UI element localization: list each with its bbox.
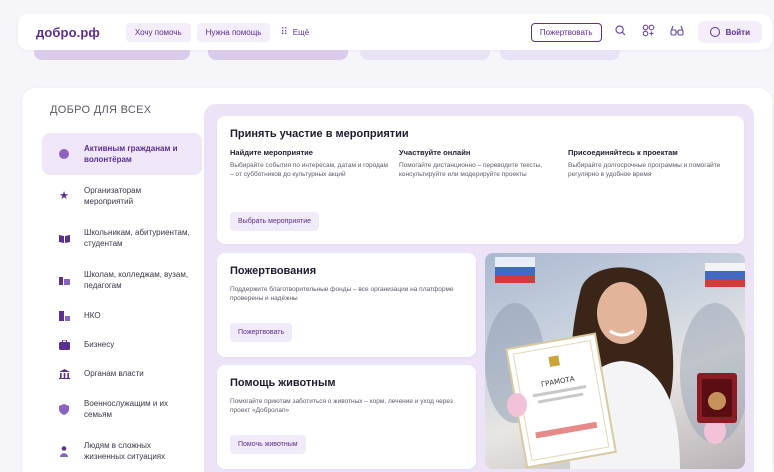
sidebar-item-schools[interactable]: Школам, колледжам, вузам, педагогам (42, 259, 202, 301)
volunteer-photo: ГРАМОТА (485, 253, 745, 469)
site-logo[interactable]: добро.рф (36, 25, 100, 40)
government-icon (58, 368, 70, 380)
book-icon (58, 232, 70, 244)
sidebar-item-label: Школьникам, абитуриентам, студентам (84, 228, 190, 248)
org-icon (58, 310, 70, 322)
header-donate-button[interactable]: Пожертвовать (530, 22, 602, 42)
briefcase-icon (58, 339, 70, 351)
search-icon[interactable] (614, 25, 628, 39)
sidebar-item-label: Школам, колледжам, вузам, педагогам (84, 270, 189, 290)
animals-card-title: Помощь животным (230, 377, 336, 389)
events-col-text: Выбирайте долгосрочные программы и помог… (568, 162, 721, 178)
nav-more[interactable]: ⠿ Ещё (280, 27, 309, 38)
top-header: добро.рф Хочу помочь Нужна помощь ⠿ Ещё … (18, 14, 772, 50)
sidebar-item-volunteers[interactable]: Активным гражданам и волонтёрам (42, 133, 202, 175)
events-col-text: Выбирайте события по интересам, датам и … (230, 162, 388, 178)
section-title: ДОБРО ДЛЯ ВСЕХ (50, 104, 152, 116)
sidebar-item-government[interactable]: Органам власти (42, 359, 202, 388)
photo-illustration: ГРАМОТА (485, 257, 745, 469)
sidebar-item-label: Бизнесу (84, 340, 115, 349)
services-icon[interactable] (642, 24, 656, 40)
user-icon (709, 27, 720, 37)
shield-icon (58, 403, 70, 415)
events-card-title: Принять участие в мероприятии (230, 128, 409, 140)
nav-more-label: Ещё (292, 27, 310, 37)
animals-card-text: Помогайте приютам заботиться о животных … (230, 398, 453, 414)
donations-card: Пожертвования Поддержите благотворительн… (217, 253, 476, 357)
sidebar-item-nko[interactable]: НКО (42, 301, 202, 330)
help-animals-button[interactable]: Помочь животным (230, 435, 306, 454)
sidebar-item-hardship[interactable]: Людям в сложных жизненных ситуациях (42, 430, 202, 472)
sidebar-item-label: Активным гражданам и волонтёрам (84, 144, 178, 164)
donations-card-text: Поддержите благотворительные фонды – все… (230, 286, 454, 302)
events-col-online: Участвуйте онлайн Помогайте дистанционно… (399, 148, 559, 179)
sidebar-item-military[interactable]: Военнослужащим и их семьям (42, 388, 202, 430)
events-col-title: Найдите мероприятие (230, 148, 313, 157)
sidebar-item-organizers[interactable]: ★ Организаторам мероприятий (42, 175, 202, 217)
grid-icon: ⠿ (280, 26, 288, 38)
events-col-find: Найдите мероприятие Выбирайте события по… (230, 148, 390, 179)
sidebar-item-label: Военнослужащим и их семьям (84, 399, 169, 419)
donations-card-title: Пожертвования (230, 265, 317, 277)
audience-sidebar: Активным гражданам и волонтёрам ★ Органи… (42, 133, 202, 472)
star-icon: ★ (59, 189, 69, 202)
banner-fragment (500, 50, 620, 60)
donate-button[interactable]: Пожертвовать (230, 323, 293, 342)
sidebar-item-business[interactable]: Бизнесу (42, 330, 202, 359)
events-col-text: Помогайте дистанционно – переводите текс… (399, 162, 543, 178)
login-button[interactable]: Войти (697, 21, 762, 43)
sidebar-item-label: Организаторам мероприятий (84, 186, 142, 206)
school-icon (58, 274, 70, 286)
events-card: Принять участие в мероприятии Найдите ме… (217, 116, 744, 244)
sidebar-item-label: НКО (84, 311, 101, 320)
banner-fragment (208, 50, 348, 60)
nav-need-help[interactable]: Нужна помощь (196, 22, 271, 42)
login-label: Войти (725, 27, 750, 37)
events-col-projects: Присоединяйтесь к проектам Выбирайте дол… (568, 148, 733, 179)
events-col-title: Участвуйте онлайн (399, 148, 471, 157)
nav-want-help[interactable]: Хочу помочь (125, 22, 191, 42)
banner-fragment (360, 50, 490, 60)
choose-event-button[interactable]: Выбрать мероприятие (230, 212, 320, 231)
accessibility-glasses-icon[interactable] (670, 25, 684, 40)
banner-fragment (34, 50, 190, 60)
person-icon (58, 445, 70, 457)
events-col-title: Присоединяйтесь к проектам (568, 148, 678, 157)
sidebar-item-label: Органам власти (84, 369, 144, 378)
sidebar-item-label: Людям в сложных жизненных ситуациях (84, 441, 166, 461)
sidebar-item-students[interactable]: Школьникам, абитуриентам, студентам (42, 217, 202, 259)
animals-card: Помощь животным Помогайте приютам заботи… (217, 365, 476, 469)
circle-icon (58, 148, 70, 160)
